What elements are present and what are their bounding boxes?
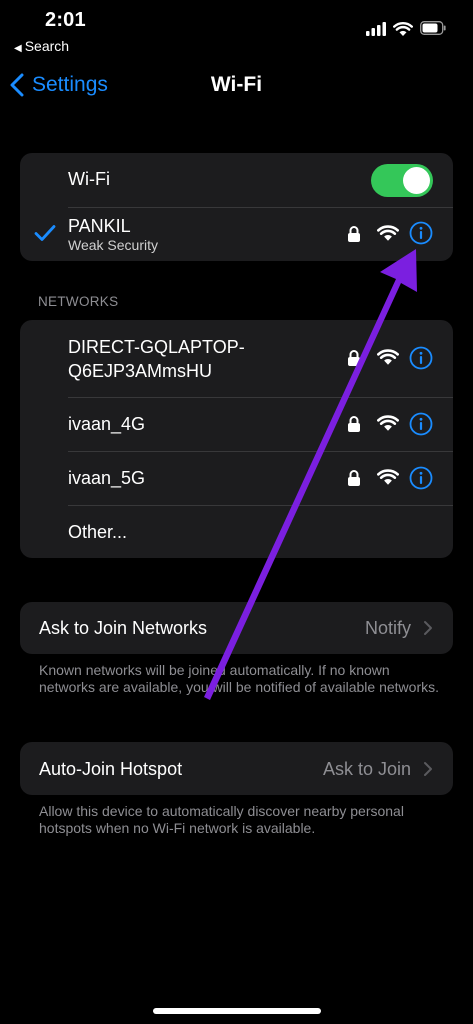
wifi-signal-icon (377, 349, 399, 365)
cellular-signal-icon (366, 22, 386, 36)
chevron-right-icon (424, 621, 432, 635)
lock-icon (348, 470, 360, 486)
networks-group: DIRECT-GQLAPTOP- Q6EJP3AMmsHU ivaan_4G i… (20, 320, 453, 558)
auto-join-label: Auto-Join Hotspot (39, 759, 183, 779)
network-name-line2: Q6EJP3AMmsHU (68, 361, 213, 381)
wifi-signal-icon (377, 469, 399, 485)
ask-to-join-footer: Known networks will be joined automatica… (39, 662, 439, 695)
back-triangle-icon: ◀ (14, 43, 22, 54)
connected-network-name: PANKIL (68, 216, 131, 236)
lock-icon (348, 416, 360, 432)
chevron-right-icon (424, 762, 432, 776)
network-row[interactable]: ivaan_4G (20, 398, 453, 451)
back-to-app-link[interactable]: ◀ Search (14, 38, 69, 54)
network-row[interactable]: ivaan_5G (20, 452, 453, 505)
lock-icon (348, 350, 360, 366)
other-network-label: Other... (68, 522, 128, 542)
network-name: ivaan_5G (68, 468, 146, 488)
wifi-toggle-switch[interactable] (371, 164, 433, 197)
networks-section-header: NETWORKS (38, 294, 119, 309)
auto-join-footer: Allow this device to automatically disco… (39, 803, 404, 836)
connected-network-subtitle: Weak Security (68, 237, 158, 253)
lock-icon (348, 226, 360, 242)
status-time: 2:01 (45, 9, 86, 31)
wifi-status-icon (393, 22, 413, 36)
ask-to-join-row[interactable]: Ask to Join Networks Notify (20, 602, 453, 654)
info-icon[interactable] (409, 346, 433, 370)
network-name-line1: DIRECT-GQLAPTOP- (68, 337, 245, 357)
network-row[interactable]: DIRECT-GQLAPTOP- Q6EJP3AMmsHU (20, 320, 453, 397)
wifi-signal-icon (377, 415, 399, 431)
home-indicator (153, 1008, 321, 1014)
connected-network-row[interactable]: PANKIL Weak Security (20, 207, 453, 261)
info-icon[interactable] (409, 221, 433, 245)
auto-join-hotspot-row[interactable]: Auto-Join Hotspot Ask to Join (20, 742, 453, 795)
ask-to-join-value: Notify (364, 618, 411, 638)
wifi-group: Wi-Fi PANKIL Weak Security (20, 153, 453, 261)
checkmark-icon (34, 225, 56, 241)
page-title: Wi-Fi (210, 73, 263, 96)
battery-icon (420, 21, 446, 35)
wifi-toggle-row: Wi-Fi (20, 153, 453, 207)
auto-join-value: Ask to Join (322, 759, 411, 779)
ask-to-join-label: Ask to Join Networks (39, 618, 208, 638)
info-icon[interactable] (409, 466, 433, 490)
back-app-label: Search (24, 38, 70, 54)
wifi-toggle-label: Wi-Fi (68, 169, 110, 189)
network-name: ivaan_4G (68, 414, 146, 434)
info-icon[interactable] (409, 412, 433, 436)
toggle-knob (403, 167, 430, 194)
wifi-signal-icon (377, 225, 399, 241)
other-network-row[interactable]: Other... (20, 506, 453, 558)
